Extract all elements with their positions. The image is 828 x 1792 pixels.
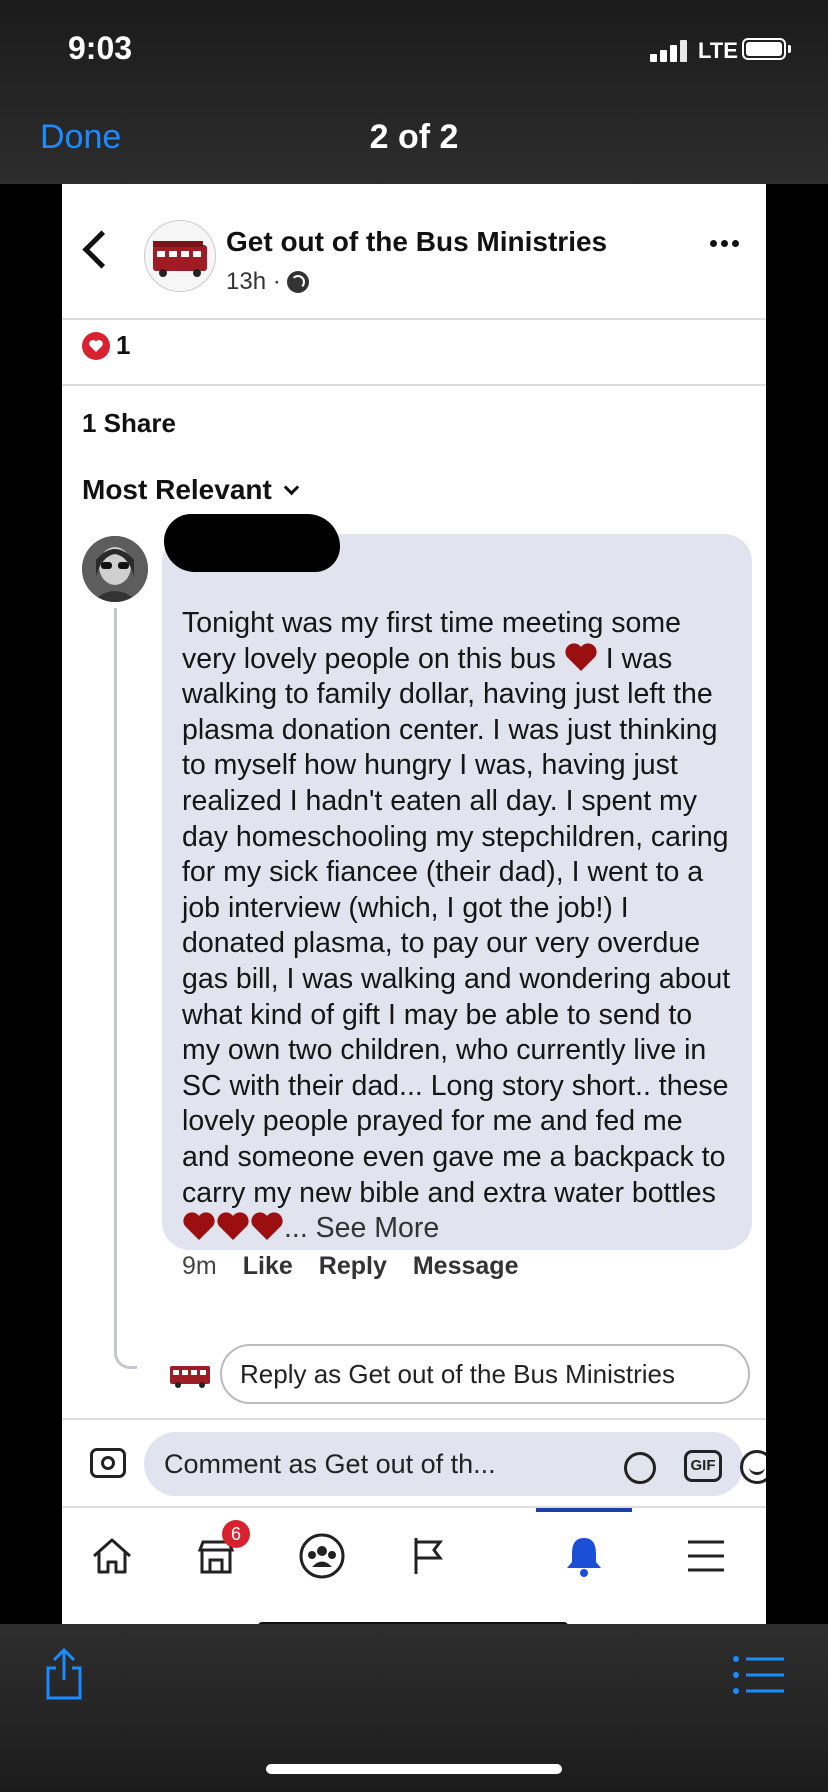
comment-composer: Comment as Get out of th... GIF — [62, 1418, 766, 1506]
redacted-commenter-name — [164, 514, 340, 572]
heart-emoji-icon — [183, 1212, 283, 1241]
share-count[interactable]: 1 Share — [82, 408, 176, 439]
network-label: LTE — [698, 38, 738, 63]
home-indicator[interactable] — [266, 1764, 562, 1774]
page-avatar[interactable] — [144, 220, 216, 292]
screenshot-photo: Get out of the Bus Ministries 13h · 1 1 … — [62, 184, 766, 1624]
heart-emoji-icon — [565, 642, 597, 671]
photo-pager: 2 of 2 — [369, 118, 459, 156]
signal-strength-icon — [650, 40, 690, 62]
comment-time: 9m — [182, 1252, 217, 1280]
globe-icon — [286, 271, 309, 293]
love-reaction-icon[interactable] — [82, 332, 110, 360]
chevron-down-icon — [283, 479, 300, 495]
active-tab-indicator — [536, 1508, 632, 1512]
more-options-icon[interactable] — [710, 240, 739, 247]
status-time: 9:03 — [68, 30, 133, 66]
menu-icon[interactable] — [676, 1526, 736, 1586]
page-name[interactable]: Get out of the Bus Ministries — [226, 226, 607, 258]
gif-icon[interactable]: GIF — [684, 1450, 722, 1482]
pages-flag-icon[interactable] — [398, 1526, 458, 1586]
divider — [62, 318, 766, 320]
reply-thread-line — [114, 608, 137, 1369]
commenter-avatar[interactable] — [82, 536, 148, 602]
emoji-icon[interactable] — [740, 1450, 766, 1484]
list-icon[interactable] — [732, 1654, 786, 1696]
see-more-link[interactable]: ... See More — [284, 1212, 439, 1244]
sort-label: Most Relevant — [82, 474, 272, 505]
comment-sort-dropdown[interactable]: Most Relevant — [82, 474, 300, 506]
post-meta: 13h · — [226, 268, 309, 296]
share-icon[interactable] — [44, 1646, 84, 1702]
home-icon[interactable] — [82, 1526, 142, 1586]
marketplace-badge: 6 — [222, 1520, 250, 1548]
divider — [62, 384, 766, 386]
camera-icon[interactable] — [90, 1448, 126, 1478]
comment-text: Tonight was my first time meeting some v… — [182, 607, 731, 1245]
comment-input[interactable]: Comment as Get out of th... GIF — [144, 1432, 766, 1496]
post-age: 13h · — [226, 268, 281, 295]
page-avatar-small — [168, 1360, 212, 1390]
back-icon[interactable] — [82, 230, 121, 269]
groups-icon[interactable] — [292, 1526, 352, 1586]
bottom-tab-bar: 6 — [62, 1506, 766, 1624]
notifications-bell-icon[interactable] — [554, 1526, 614, 1586]
comment-actions: 9m Like Reply Message — [182, 1252, 518, 1281]
comment-bubble: Tonight was my first time meeting some v… — [162, 534, 752, 1250]
sticker-icon[interactable] — [624, 1452, 656, 1484]
done-button[interactable]: Done — [40, 118, 121, 157]
photo-viewer-header: 9:03 LTE Done 2 of 2 — [0, 0, 828, 184]
reaction-count[interactable]: 1 — [116, 330, 130, 361]
reply-button[interactable]: Reply — [319, 1252, 387, 1281]
photo-viewer-footer — [0, 1624, 828, 1792]
like-button[interactable]: Like — [243, 1252, 293, 1281]
message-button[interactable]: Message — [413, 1252, 519, 1281]
battery-icon — [742, 38, 786, 60]
reply-input[interactable]: Reply as Get out of the Bus Ministries — [220, 1344, 750, 1404]
